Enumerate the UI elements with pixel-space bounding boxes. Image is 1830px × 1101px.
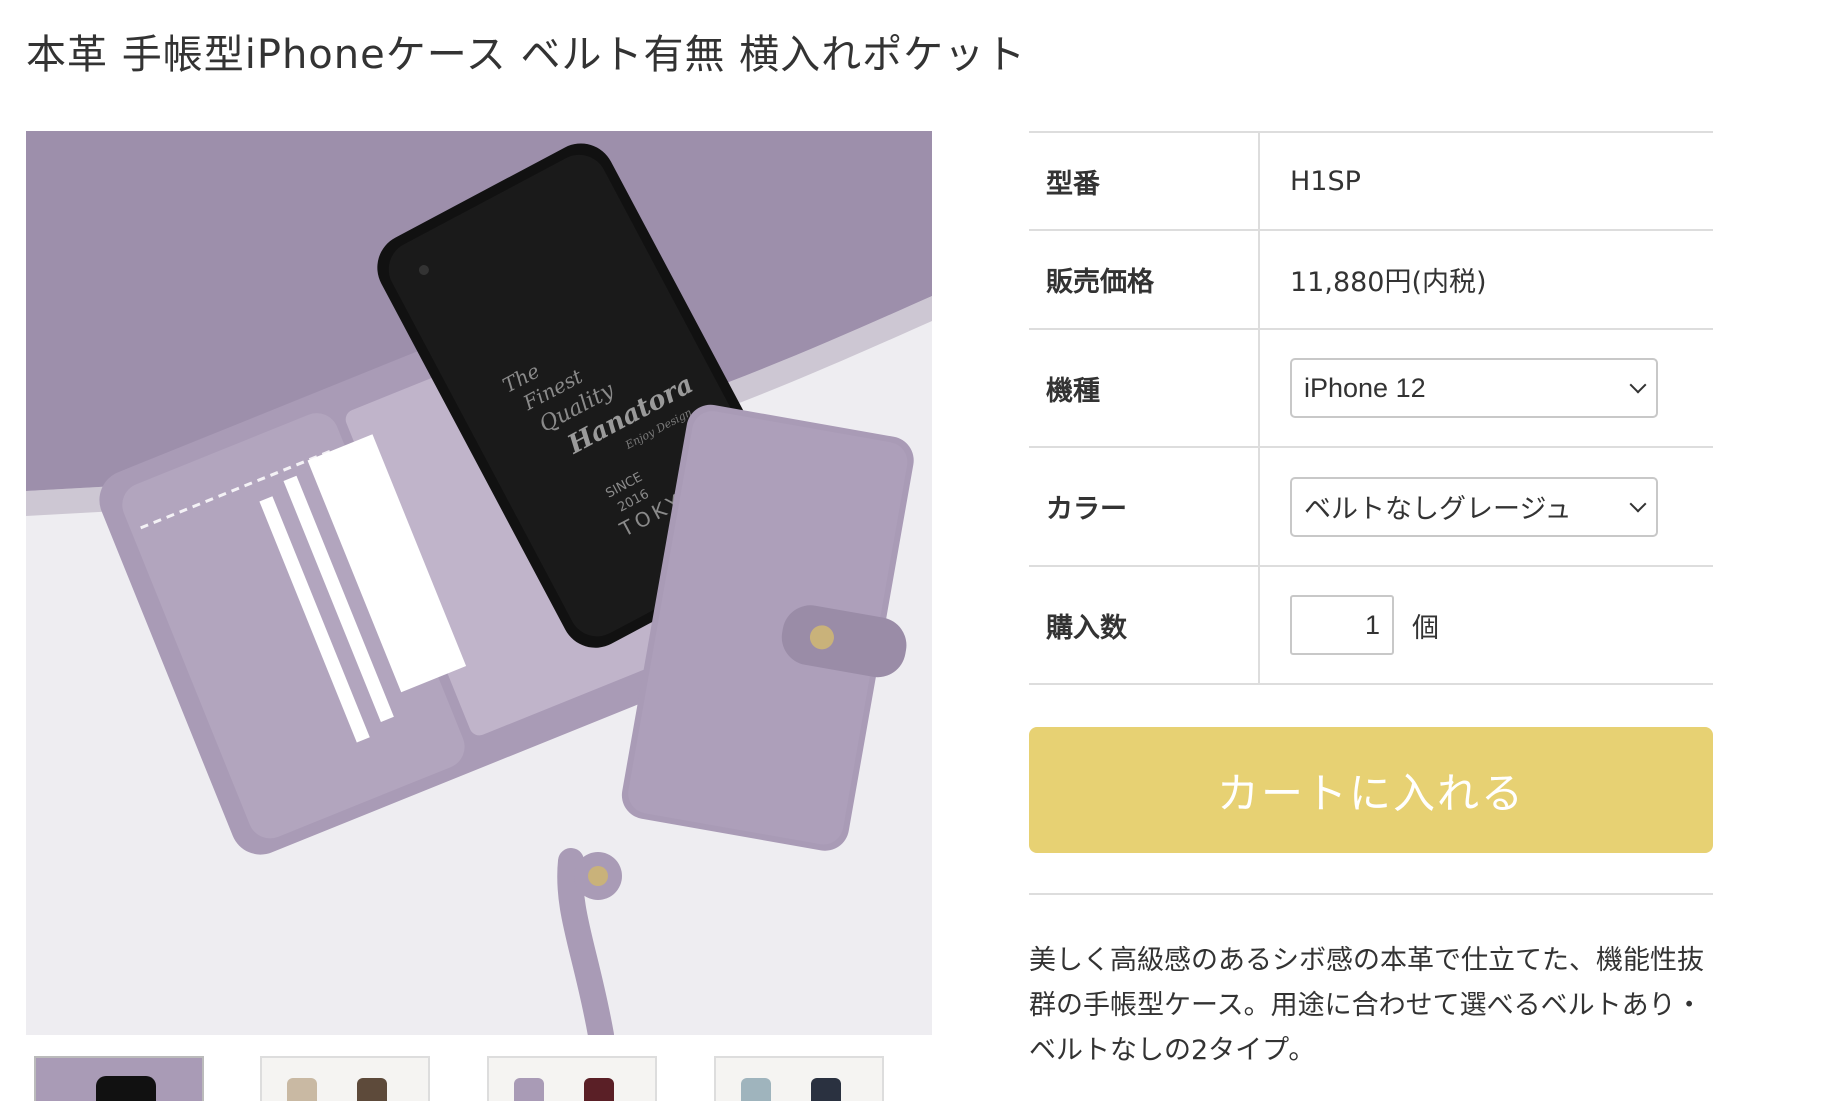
model-label: 型番	[1029, 132, 1260, 230]
spec-row-color: カラー ベルトなしグレージュ	[1029, 447, 1713, 566]
device-select-value: iPhone 12	[1304, 372, 1426, 403]
spec-row-quantity: 購入数 個	[1029, 566, 1713, 684]
add-to-cart-button[interactable]: カートに入れる	[1029, 727, 1713, 853]
model-value: H1SP	[1290, 165, 1361, 197]
device-label: 機種	[1029, 329, 1260, 447]
product-main-image[interactable]: The Finest Quality Hanatora Enjoy Design…	[26, 131, 932, 1035]
price-label: 販売価格	[1029, 230, 1260, 329]
spec-table: 型番 H1SP 販売価格 11,880円(内税) 機種 iPhone 12 カラ…	[1029, 131, 1713, 685]
thumbnail-3[interactable]	[487, 1056, 657, 1101]
thumbnail-strip	[34, 1056, 914, 1101]
color-select[interactable]: ベルトなしグレージュ	[1290, 476, 1658, 537]
chevron-down-icon	[1629, 376, 1647, 394]
quantity-label: 購入数	[1029, 566, 1260, 684]
spec-row-device: 機種 iPhone 12	[1029, 329, 1713, 447]
price-value: 11,880円(内税)	[1290, 267, 1487, 298]
product-photo: The Finest Quality Hanatora Enjoy Design…	[26, 131, 932, 1035]
thumbnail-2[interactable]	[260, 1056, 430, 1101]
device-select[interactable]: iPhone 12	[1290, 358, 1658, 418]
color-label: カラー	[1029, 447, 1260, 566]
page-title: 本革 手帳型iPhoneケース ベルト有無 横入れポケット	[26, 32, 1027, 78]
spec-row-model: 型番 H1SP	[1029, 132, 1713, 230]
thumbnail-4[interactable]	[714, 1056, 884, 1101]
spec-row-price: 販売価格 11,880円(内税)	[1029, 230, 1713, 329]
product-description: 美しく高級感のあるシボ感の本革で仕立てた、機能性抜群の手帳型ケース。用途に合わせ…	[1029, 945, 1704, 1066]
chevron-down-icon	[1629, 495, 1647, 512]
quantity-input[interactable]	[1290, 595, 1394, 655]
color-select-value: ベルトなしグレージュ	[1304, 494, 1572, 524]
quantity-unit: 個	[1412, 612, 1439, 644]
divider	[1029, 893, 1713, 895]
thumbnail-1[interactable]	[34, 1056, 204, 1101]
